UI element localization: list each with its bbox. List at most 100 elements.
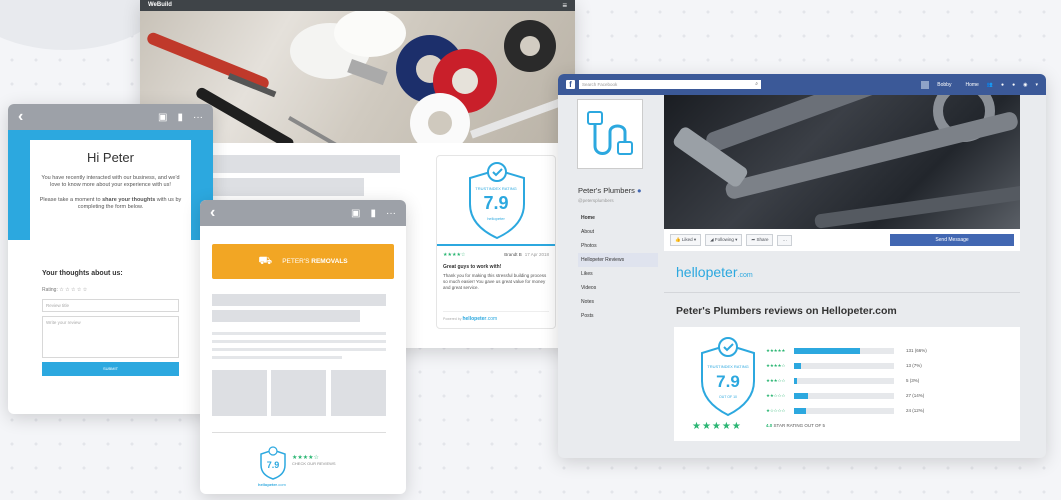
liked-button[interactable]: 👍 Liked ▾ [670,234,702,246]
bar-count: 24 (12%) [906,408,925,413]
placeholder-block [212,310,360,322]
form-title: Your thoughts about us: [42,270,123,277]
company-name-plain: PETER'S [282,258,312,265]
placeholder-line [212,348,386,351]
search-icon[interactable]: ⌕ [755,81,758,87]
following-button[interactable]: ◢ Following ▾ [705,234,743,246]
nav-item-photos[interactable]: Photos [578,239,658,253]
facebook-user-nav: Bobby Home 👥 ● ● ◉ ▾ [921,80,1038,89]
more-icon[interactable]: ··· [386,208,396,219]
archive-icon[interactable]: ▣ [158,112,167,123]
hamburger-icon[interactable]: ≡ [562,2,567,10]
messages-icon[interactable]: ● [1001,82,1004,88]
bar-stars: ★☆☆☆☆ [766,407,786,413]
trustindex-label: TRUSTINDEX RATING [475,186,517,191]
thumbs-up-icon: 👍 [675,237,681,242]
review-text-field[interactable]: Write your review [42,316,179,358]
archive-icon[interactable]: ▣ [351,208,360,219]
bar-track [794,347,894,354]
reviews-summary-card: TRUSTINDEX RATING 7.9 OUT OF 10 ★★★★★ ★★… [674,327,1020,441]
trash-icon[interactable]: ▮ [177,112,183,123]
nav-item-hellopeter-reviews[interactable]: Hellopeter Reviews [578,253,658,267]
company-name-bold: REMOVALS [311,258,348,265]
bar-fill [794,347,860,354]
email-window: ‹ ▣▮··· hellopeter.com Hi Peter You have… [8,104,213,414]
page-handle: @petersplumbers [578,198,614,203]
rss-icon: ◢ [710,237,714,242]
bar-fill [794,362,801,369]
nav-item-posts[interactable]: Posts [578,309,658,323]
trustindex-shield: TRUSTINDEX RATING 7.9 OUT OF 10 [698,335,758,422]
facebook-window: f Search Facebook ⌕ Bobby Home 👥 ● ● ◉ ▾ … [558,74,1046,458]
help-icon[interactable]: ◉ [1023,82,1027,88]
share-button[interactable]: ➦ Share [746,234,774,246]
cta-text: Please take a moment to share your thoug… [38,197,183,211]
bar-count: 131 (66%) [906,348,927,353]
chevron-down-icon[interactable]: ▾ [1035,82,1038,88]
greeting: Hi Peter [87,150,134,165]
home-link[interactable]: Home [965,82,978,88]
back-icon[interactable]: ‹ [210,204,215,222]
submit-button[interactable]: SUBMIT [42,362,179,376]
review-title: Great guys to work with! [443,264,502,270]
verified-icon: ● [636,186,642,195]
facebook-topbar: f Search Facebook ⌕ Bobby Home 👥 ● ● ◉ ▾ [558,74,1046,95]
share-label: Share [756,237,769,242]
mini-widget-text: ★★★★☆ CHECK OUR REVIEWS [292,454,372,466]
facebook-logo-icon[interactable]: f [566,80,575,89]
email-toolbar: ‹ ▣ ▮ ··· [8,104,213,130]
facebook-search-input[interactable]: Search Facebook ⌕ [579,80,761,89]
powered-by: Powered by hellopeter.com [443,311,549,322]
star-rating-summary: 4.0 STAR RATING OUT OF 5 [766,423,825,428]
email-card: Hi Peter You have recently interacted wi… [30,140,191,262]
page-profile-picture[interactable] [578,100,642,168]
notifications-icon[interactable]: ● [1012,82,1015,88]
rating-stars[interactable]: ☆ ☆ ☆ ☆ ☆ [59,287,87,293]
hellopeter-logo: hellopeter.com [676,264,753,280]
placeholder-block [212,294,386,306]
bar-track [794,362,894,369]
placeholder-image [271,370,326,416]
search-placeholder: Search Facebook [582,82,618,87]
nav-item-likes[interactable]: Likes [578,267,658,281]
send-message-button[interactable]: Send Message [890,234,1014,246]
nav-item-notes[interactable]: Notes [578,295,658,309]
nav-item-home[interactable]: Home [578,211,658,225]
bar-count: 5 (3%) [906,378,920,383]
friends-icon[interactable]: 👥 [987,82,993,88]
rating-bar-row: ★★★★★ 131 (66%) [766,343,1006,358]
review-body: Thank you for making this stressful buil… [443,273,547,290]
following-label: Following [714,237,734,242]
intro-text: You have recently interacted with our bu… [41,175,180,188]
hellopeter-logo: hellopeter [487,216,505,221]
placeholder-line [212,332,386,335]
review-title-field[interactable]: Review title [42,299,179,312]
nav-item-about[interactable]: About [578,225,658,239]
website-header: WeBuild ≡ [140,0,575,11]
mini-score: 7.9 [266,460,280,470]
mini-stars: ★★★★☆ [292,455,319,461]
review-date: 17 Apr 2018 [524,252,549,257]
page-nav: Home About Photos Hellopeter Reviews Lik… [578,211,658,323]
liked-label: Liked [681,237,693,242]
avatar[interactable] [921,80,930,89]
share-icon: ➦ [751,237,756,242]
placeholder-image [331,370,386,416]
review-snippet: ★★★★☆ Brandt B 17 Apr 2018 Great guys to… [443,252,549,322]
rating-bar-row: ★☆☆☆☆ 24 (12%) [766,403,1006,418]
hellopeter-logo: hellopeter.com [258,482,286,487]
widget-divider [437,244,555,246]
user-name[interactable]: Bobby [937,82,951,88]
bar-fill [794,377,797,384]
trash-icon[interactable]: ▮ [370,208,376,219]
facebook-sidebar: Peter's Plumbers ● @petersplumbers Home … [578,100,658,323]
bar-track [794,407,894,414]
trustindex-score: 7.9 [716,372,740,391]
out-of-label: OUT OF 10 [718,395,738,399]
mini-tagline: CHECK OUR REVIEWS [292,461,336,466]
review-stars: ★★★★☆ [443,252,466,258]
more-icon[interactable]: ··· [193,112,203,123]
back-icon[interactable]: ‹ [18,108,23,126]
nav-item-videos[interactable]: Videos [578,281,658,295]
more-button[interactable]: ··· [777,234,792,246]
